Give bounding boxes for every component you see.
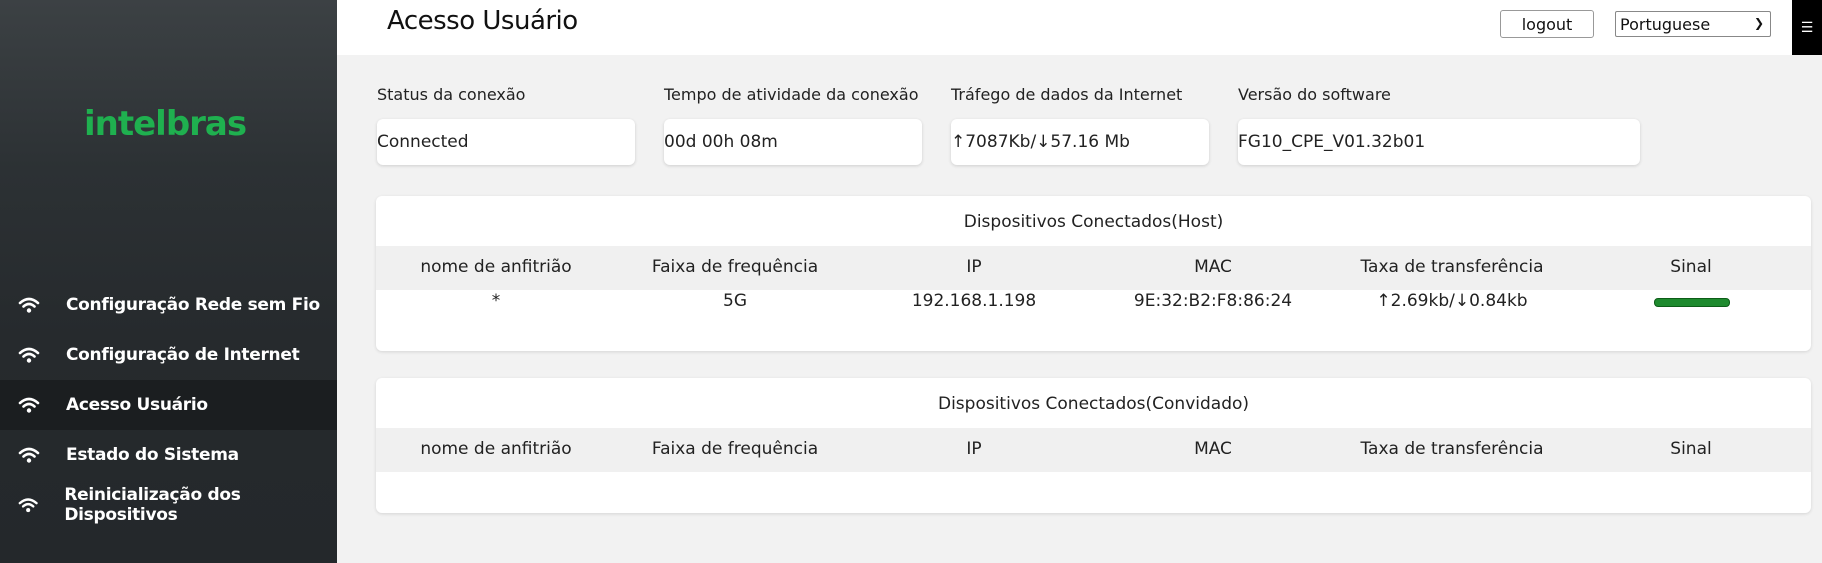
column-header-signal: Sinal — [1670, 257, 1712, 277]
row-mac: 9E:32:B2:F8:86:24 — [1133, 291, 1293, 311]
host-table-header: nome de anfitrião Faixa de frequência IP… — [376, 246, 1811, 290]
menu-icon[interactable]: ☰ — [1792, 0, 1822, 55]
software-version-field: FG10_CPE_V01.32b01 — [1238, 119, 1640, 165]
uptime-label: Tempo de atividade da conexão — [664, 85, 919, 104]
sidebar-item-label: Acesso Usuário — [66, 395, 208, 415]
language-select[interactable]: Portuguese ❯ — [1615, 11, 1771, 37]
row-band: 5G — [723, 291, 747, 311]
guest-table-header: nome de anfitrião Faixa de frequência IP… — [376, 428, 1811, 472]
sidebar-item-label: Configuração de Internet — [66, 345, 300, 365]
column-header-rate: Taxa de transferência — [1360, 257, 1544, 277]
host-devices-panel: Dispositivos Conectados(Host) nome de an… — [376, 196, 1811, 351]
guest-devices-panel: Dispositivos Conectados(Convidado) nome … — [376, 378, 1811, 513]
host-devices-title: Dispositivos Conectados(Host) — [963, 212, 1224, 232]
connection-status-label: Status da conexão — [377, 85, 526, 104]
column-header-hostname: nome de anfitrião — [420, 257, 572, 277]
wifi-icon — [18, 297, 40, 313]
wifi-icon — [18, 347, 40, 363]
sidebar-item-user-access[interactable]: Acesso Usuário — [0, 380, 337, 430]
wifi-icon — [18, 397, 40, 413]
sidebar-item-wireless-config[interactable]: Configuração Rede sem Fio — [0, 280, 337, 330]
column-header-signal: Sinal — [1670, 439, 1712, 459]
column-header-mac: MAC — [1194, 257, 1232, 277]
wifi-icon — [18, 447, 40, 463]
sidebar-item-label: Estado do Sistema — [66, 445, 239, 465]
column-header-band: Faixa de frequência — [651, 439, 819, 459]
row-hostname: * — [491, 291, 501, 311]
traffic-value: ↑7087Kb/↓57.16 Mb — [951, 132, 1130, 152]
language-selected-value: Portuguese — [1620, 14, 1711, 34]
top-bar: Acesso Usuário logout Portuguese ❯ ☰ — [337, 0, 1822, 55]
software-version-label: Versão do software — [1238, 85, 1391, 104]
traffic-field: ↑7087Kb/↓57.16 Mb — [951, 119, 1209, 165]
column-header-mac: MAC — [1194, 439, 1232, 459]
uptime-value: 00d 00h 08m — [664, 132, 778, 152]
sidebar: intelbras Configuração Rede sem Fio Conf… — [0, 0, 337, 563]
row-rate: ↑2.69kb/↓0.84kb — [1376, 291, 1528, 311]
sidebar-item-device-reboot[interactable]: Reinicialização dos Dispositivos — [0, 480, 337, 530]
column-header-ip: IP — [966, 257, 982, 277]
connection-status-field: Connected — [377, 119, 635, 165]
sidebar-item-label: Configuração Rede sem Fio — [66, 295, 320, 315]
guest-devices-title: Dispositivos Conectados(Convidado) — [937, 394, 1250, 414]
sidebar-item-label: Reinicialização dos Dispositivos — [64, 485, 241, 525]
signal-strength-bar — [1654, 298, 1730, 307]
column-header-rate: Taxa de transferência — [1360, 439, 1544, 459]
sidebar-nav: Configuração Rede sem Fio Configuração d… — [0, 280, 337, 530]
chevron-down-icon: ❯ — [1753, 16, 1764, 30]
column-header-hostname: nome de anfitrião — [420, 439, 572, 459]
logout-button[interactable]: logout — [1500, 10, 1594, 38]
sidebar-item-system-status[interactable]: Estado do Sistema — [0, 430, 337, 480]
connection-status-value: Connected — [377, 132, 469, 152]
sidebar-item-internet-config[interactable]: Configuração de Internet — [0, 330, 337, 380]
wifi-icon — [18, 498, 38, 513]
column-header-band: Faixa de frequência — [651, 257, 819, 277]
intelbras-logo: intelbras — [84, 104, 247, 144]
page-title: Acesso Usuário — [387, 6, 578, 36]
software-version-value: FG10_CPE_V01.32b01 — [1238, 132, 1426, 152]
column-header-ip: IP — [966, 439, 982, 459]
traffic-label: Tráfego de dados da Internet — [951, 85, 1183, 104]
row-ip: 192.168.1.198 — [911, 291, 1037, 311]
uptime-field: 00d 00h 08m — [664, 119, 922, 165]
